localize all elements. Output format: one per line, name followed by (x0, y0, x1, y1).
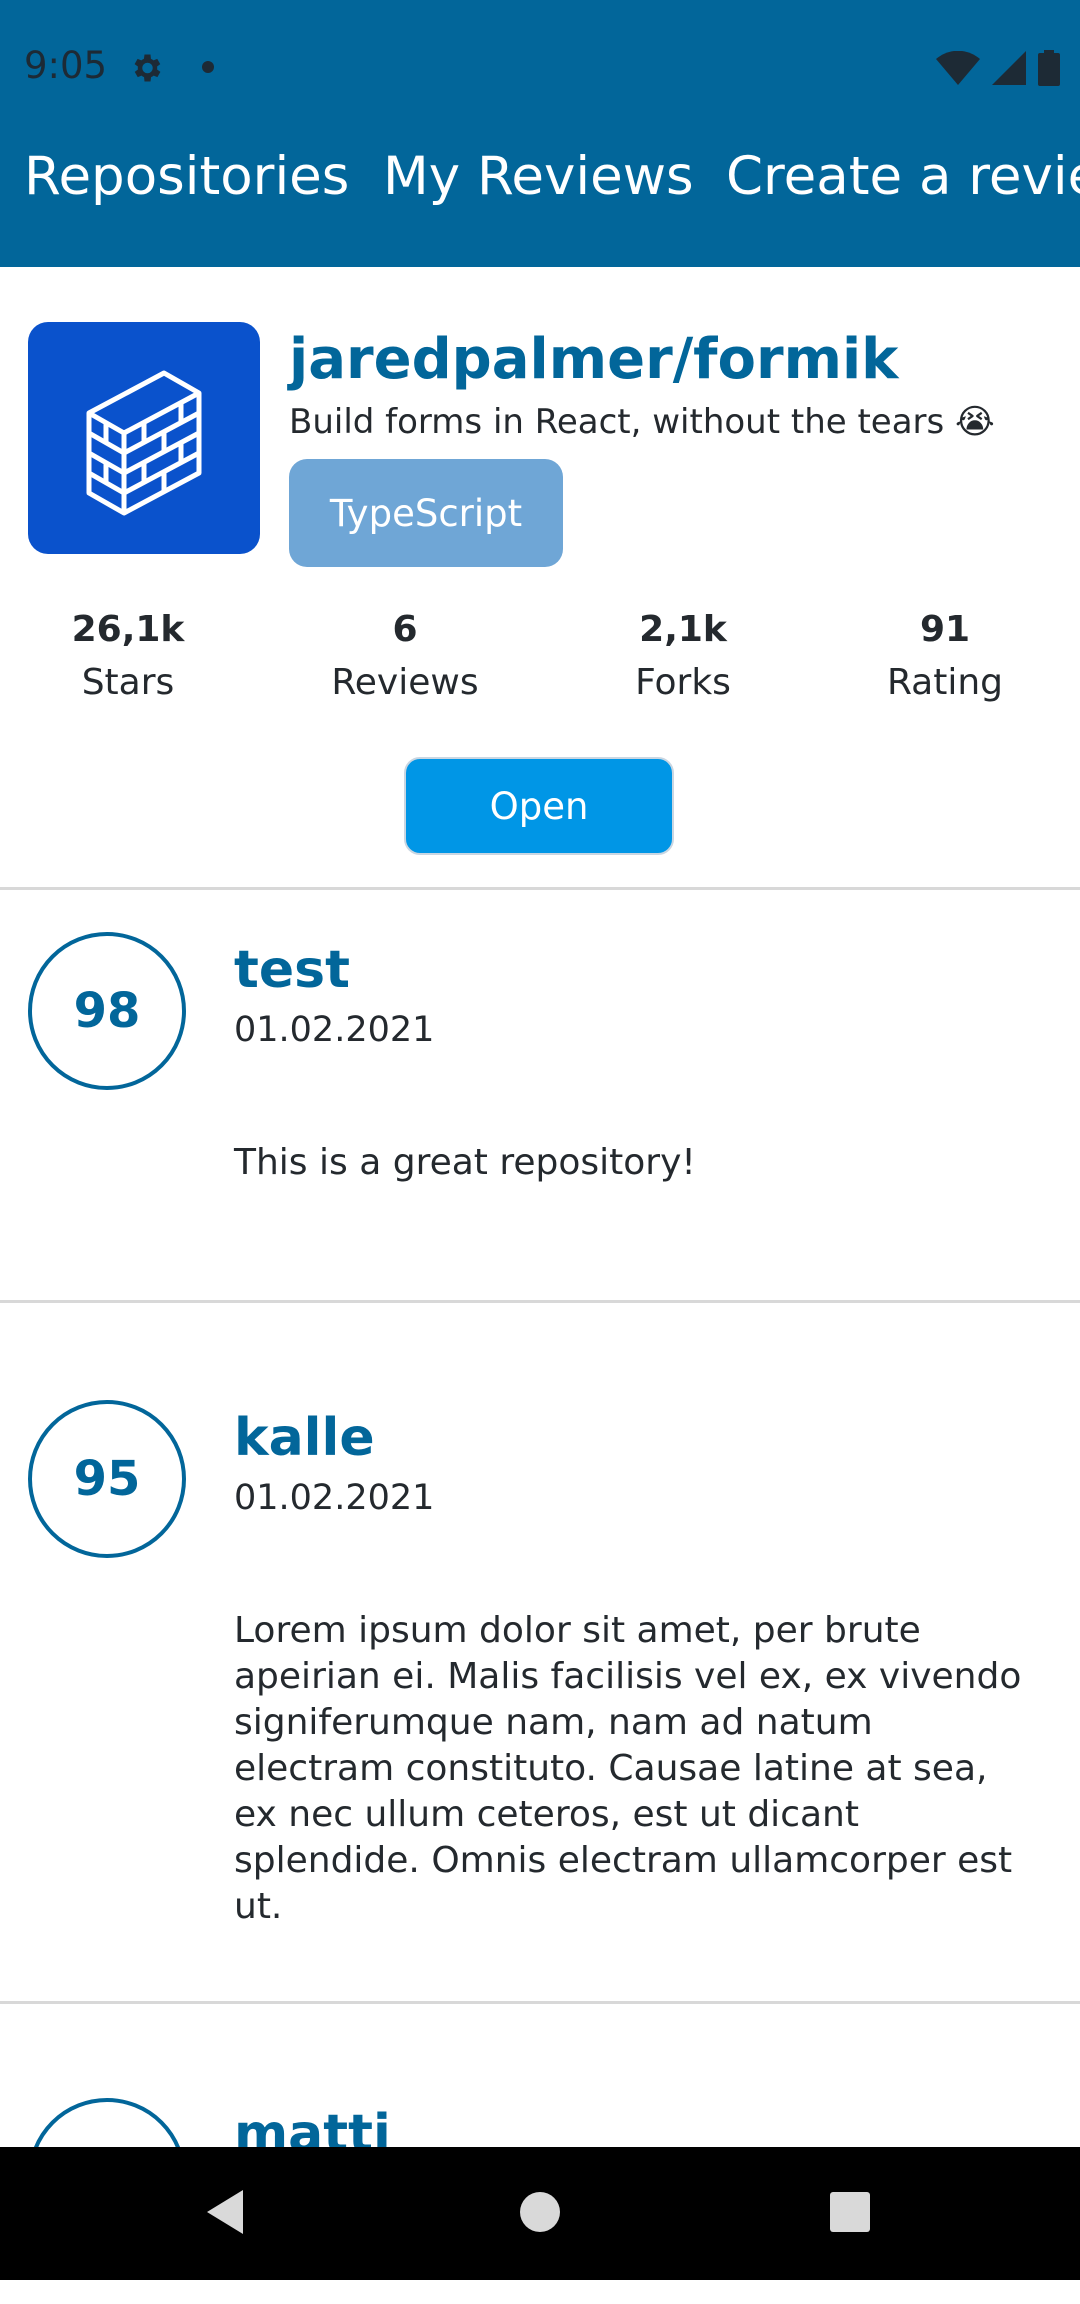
repository-stats: 26,1k Stars 6 Reviews 2,1k Forks 91 Rati… (0, 602, 1080, 712)
stat-reviews: 6 Reviews (285, 602, 525, 708)
stat-stars: 26,1k Stars (8, 602, 248, 708)
repository-card: jaredpalmer/formik Build forms in React,… (0, 267, 1080, 890)
review-username: test (234, 940, 350, 1000)
review-date: 01.02.2021 (234, 1478, 435, 1518)
stat-value: 6 (392, 609, 418, 650)
repository-avatar (28, 322, 260, 554)
signal-icon (992, 51, 1026, 85)
notification-dot-icon (202, 61, 214, 73)
stat-value: 26,1k (71, 609, 185, 650)
tab-create-review[interactable]: Create a review (726, 146, 1080, 207)
repository-description: Build forms in React, without the tears … (289, 402, 995, 442)
stat-forks: 2,1k Forks (563, 602, 803, 708)
stat-label: Stars (81, 662, 175, 703)
brick-logo-icon (86, 370, 202, 516)
recent-apps-icon[interactable] (815, 2177, 885, 2247)
stat-label: Reviews (331, 662, 479, 703)
tab-my-reviews[interactable]: My Reviews (383, 146, 694, 207)
tab-bar: Repositories My Reviews Create a review (0, 130, 1080, 267)
stat-label: Forks (635, 662, 731, 703)
stat-rating: 91 Rating (825, 602, 1065, 708)
back-icon[interactable] (190, 2177, 260, 2247)
home-icon[interactable] (505, 2177, 575, 2247)
review-item: 98 test 01.02.2021 This is a great repos… (0, 890, 1080, 1303)
status-bar: 9:05 (0, 0, 1080, 130)
review-text: Lorem ipsum dolor sit amet, per brute ap… (234, 1610, 1022, 1927)
app-header: 9:05 Repositories My Reviews Create a re… (0, 0, 1080, 267)
stat-value: 2,1k (639, 609, 727, 650)
open-in-github-button[interactable]: Open (404, 757, 674, 855)
battery-icon (1038, 50, 1060, 86)
navigation-bar (0, 2147, 1080, 2280)
status-time: 9:05 (24, 44, 108, 87)
review-text: This is a great repository! (234, 1142, 696, 1183)
stat-label: Rating (886, 662, 1004, 703)
language-badge: TypeScript (289, 459, 563, 567)
stat-value: 91 (919, 609, 971, 650)
review-username: kalle (234, 1408, 375, 1468)
repository-name: jaredpalmer/formik (289, 327, 899, 392)
review-date: 01.02.2021 (234, 1010, 435, 1050)
wifi-icon (936, 51, 980, 85)
tab-repositories[interactable]: Repositories (24, 146, 349, 207)
review-rating: 98 (28, 932, 186, 1090)
review-item: 95 kalle 01.02.2021 Lorem ipsum dolor si… (0, 1303, 1080, 2004)
gear-icon (134, 54, 161, 82)
review-rating: 95 (28, 1400, 186, 1558)
status-icons (936, 48, 1060, 88)
